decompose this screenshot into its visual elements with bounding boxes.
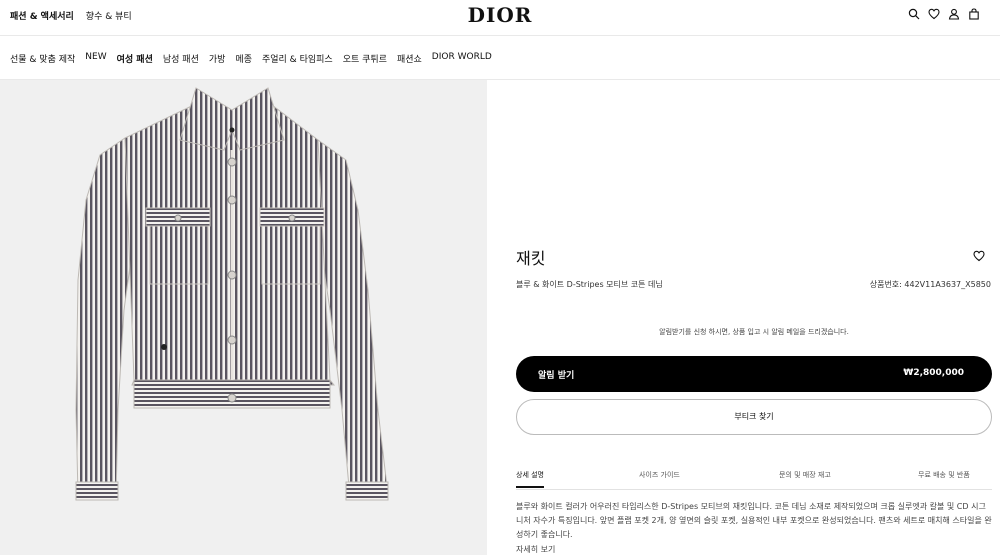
nav-item-gifts[interactable]: 선물 & 맞춤 제작 [10, 52, 75, 65]
bag-icon[interactable] [968, 8, 980, 20]
product-description: 블루와 화이트 컬러가 어우러진 타임리스한 D-Stripes 모티브의 재킷… [516, 502, 992, 539]
dior-logo[interactable]: DIOR [0, 3, 1000, 27]
heart-icon[interactable] [928, 8, 940, 20]
main-nav: 선물 & 맞춤 제작 NEW 여성 패션 남성 패션 가방 메종 주얼리 & 타… [0, 36, 1000, 80]
notify-notice: 알림받기를 신청 하시면, 상품 입고 시 알림 메일을 드리겠습니다. [659, 328, 849, 336]
nav-item-bags[interactable]: 가방 [209, 52, 226, 65]
notify-button-label: 알림 받기 [538, 371, 575, 381]
product-image [0, 80, 487, 555]
tab-inquiry-stock[interactable]: 문의 및 매장 재고 [779, 470, 831, 480]
nav-item-fashion-show[interactable]: 패션쇼 [397, 52, 422, 65]
price: ₩2,800,000 [903, 368, 964, 378]
top-bar: 패션 & 액세서리 향수 & 뷰티 DIOR [0, 0, 1000, 36]
nav-item-men[interactable]: 남성 패션 [163, 52, 199, 65]
header-icons [908, 8, 980, 20]
product-code: 상품번호: 442V11A3637_X5850 [869, 280, 991, 289]
search-icon[interactable] [908, 8, 920, 20]
jacket-illustration [75, 87, 389, 501]
notify-button[interactable]: 알림 받기 ₩2,800,000 [516, 356, 992, 392]
tab-details[interactable]: 상세 설명 [516, 470, 544, 488]
detail-tabs: 상세 설명 사이즈 가이드 문의 및 매장 재고 무료 배송 및 반품 [516, 463, 992, 490]
nav-item-jewelry[interactable]: 주얼리 & 타임피스 [262, 52, 333, 65]
product-title: 재킷 [516, 249, 546, 268]
user-icon[interactable] [948, 8, 960, 20]
tab-size-guide[interactable]: 사이즈 가이드 [639, 470, 680, 480]
product-subtitle: 블루 & 화이트 D-Stripes 모티브 코튼 데님 [516, 280, 663, 289]
nav-item-dior-world[interactable]: DIOR WORLD [432, 52, 492, 65]
read-more-link[interactable]: 자세히 보기 [516, 544, 555, 555]
nav-item-new[interactable]: NEW [85, 52, 106, 65]
wishlist-heart-icon[interactable] [973, 247, 985, 262]
nav-item-haute-couture[interactable]: 오트 쿠튀르 [343, 52, 387, 65]
nav-item-maison[interactable]: 메종 [235, 52, 252, 65]
nav-item-women[interactable]: 여성 패션 [117, 52, 153, 65]
tab-shipping-returns[interactable]: 무료 배송 및 반품 [918, 470, 970, 480]
find-boutique-button[interactable]: 부티크 찾기 [516, 399, 992, 435]
product-panel: 재킷 블루 & 화이트 D-Stripes 모티브 코튼 데님 상품번호: 44… [487, 80, 1000, 555]
